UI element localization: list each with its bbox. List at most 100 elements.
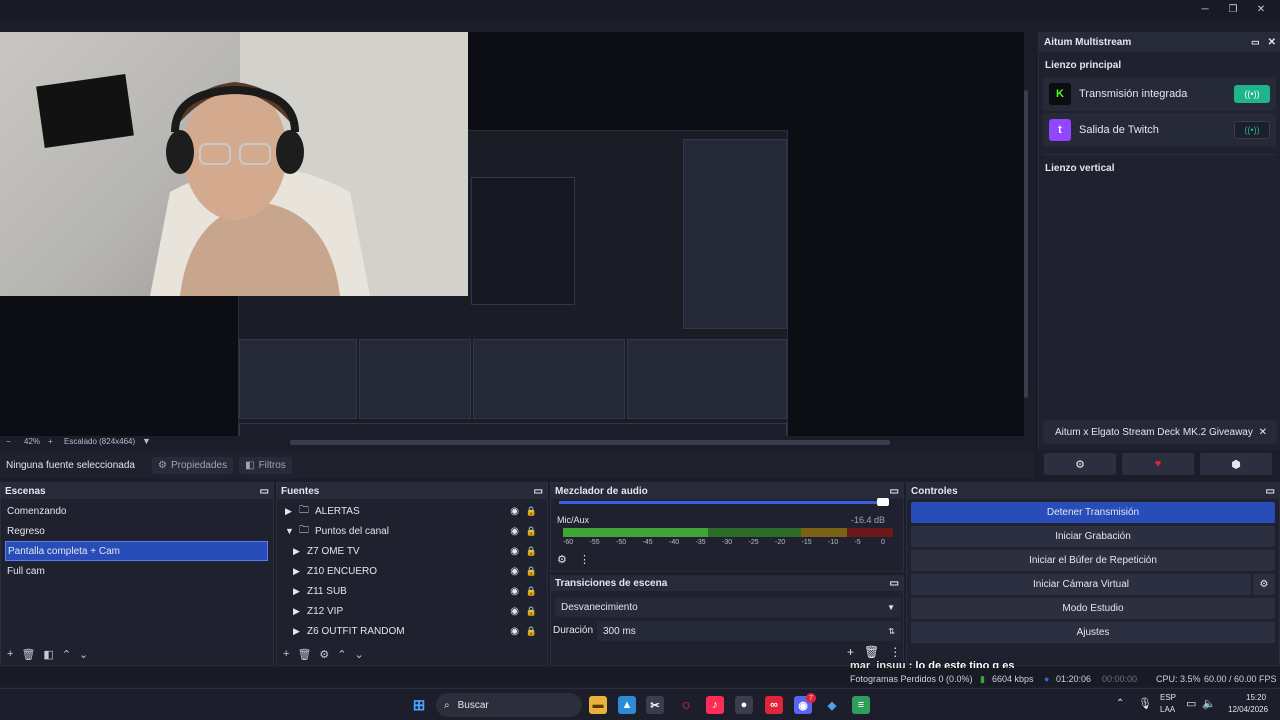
filters-button[interactable]: ◧ Filtros — [239, 456, 292, 474]
properties-button[interactable]: ⚙ Propiedades — [152, 456, 234, 474]
duration-input[interactable]: 300 ms ⇅ — [597, 621, 901, 641]
trash-icon[interactable]: 🗑 — [864, 645, 879, 659]
chevron-right-icon[interactable]: ▶ — [285, 506, 299, 517]
eye-icon[interactable]: ◉ — [510, 506, 519, 517]
snipping-tool-icon[interactable]: ✂ — [646, 696, 664, 714]
start-virtual-camera-button[interactable]: Iniciar Cámara Virtual — [911, 574, 1251, 595]
menu-icon[interactable]: ⋮ — [889, 645, 901, 659]
eye-icon[interactable]: ◉ — [510, 586, 519, 597]
undock-icon[interactable]: ▭ — [260, 486, 269, 497]
lock-icon[interactable]: 🔒 — [526, 626, 537, 637]
preview-horizontal-scrollbar[interactable] — [290, 440, 890, 445]
eye-icon[interactable]: ◉ — [510, 566, 519, 577]
preview-canvas[interactable] — [0, 32, 1028, 440]
spinner-icon[interactable]: ⇅ — [888, 627, 895, 636]
lock-icon[interactable]: 🔒 — [526, 606, 537, 617]
virtual-camera-settings-button[interactable]: ⚙ — [1253, 574, 1275, 595]
close-window-button[interactable]: ✕ — [1246, 0, 1276, 18]
chevron-up-icon[interactable]: ⌃ — [62, 648, 71, 661]
network-icon[interactable]: ▭ — [1186, 697, 1196, 710]
source-item[interactable]: ▶ Z6 OUTFIT RANDOM ◉ 🔒 — [277, 621, 547, 641]
source-item[interactable]: ▶ Z12 VIP ◉ 🔒 — [277, 601, 547, 621]
chevron-right-icon[interactable]: ▶ — [293, 626, 307, 637]
stop-streaming-button[interactable]: Detener Transmisión — [911, 502, 1275, 523]
eye-icon[interactable]: ◉ — [510, 546, 519, 557]
opera-gx-icon[interactable]: ○ — [677, 696, 695, 714]
dock-close-button[interactable]: ✕ — [1268, 37, 1276, 48]
volume-icon[interactable]: 🔈 — [1202, 697, 1216, 710]
chevron-down-icon[interactable]: ▼ — [142, 436, 151, 446]
chevron-down-icon[interactable]: ⌄ — [79, 648, 88, 661]
trash-icon[interactable]: 🗑 — [21, 648, 35, 661]
chevron-up-icon[interactable]: ⌃ — [337, 648, 346, 661]
giveaway-close-button[interactable]: ✕ — [1259, 427, 1267, 438]
gear-icon[interactable]: ⚙ — [319, 648, 329, 661]
volume-slider-handle[interactable] — [877, 498, 889, 506]
chevron-right-icon[interactable]: ▶ — [293, 546, 307, 557]
add-icon[interactable]: + — [283, 648, 289, 660]
zoom-out-button[interactable]: − — [6, 437, 11, 446]
broadcast-toggle-off[interactable]: ((•)) — [1234, 121, 1270, 139]
chevron-up-icon[interactable]: ⌃ — [1116, 698, 1124, 709]
undock-icon[interactable]: ▭ — [890, 486, 899, 497]
source-item[interactable]: ▶ Z7 OME TV ◉ 🔒 — [277, 541, 547, 561]
zoom-in-button[interactable]: + — [48, 437, 53, 446]
studio-mode-button[interactable]: Modo Estudio — [911, 598, 1275, 619]
source-item[interactable]: ▶ Z11 SUB ◉ 🔒 — [277, 581, 547, 601]
transition-select[interactable]: Desvanecimiento ▼ — [555, 597, 901, 617]
scene-item[interactable]: Full cam — [1, 561, 273, 581]
taskbar-search[interactable]: ⌕ Buscar — [436, 693, 582, 717]
clock-date[interactable]: 12/04/2026 — [1228, 705, 1268, 714]
dock-settings-button[interactable]: ⚙ — [1044, 453, 1116, 475]
lock-icon[interactable]: 🔒 — [526, 506, 537, 517]
undock-icon[interactable]: ▭ — [1251, 37, 1260, 48]
eye-icon[interactable]: ◉ — [510, 606, 519, 617]
chevron-down-icon[interactable]: ▼ — [285, 526, 299, 536]
volume-slider[interactable] — [559, 501, 889, 504]
giveaway-banner[interactable]: Aitum x Elgato Stream Deck MK.2 Giveaway… — [1043, 420, 1277, 444]
lock-icon[interactable]: 🔒 — [526, 566, 537, 577]
clock-time[interactable]: 15:20 — [1246, 693, 1266, 702]
file-explorer-icon[interactable]: ▬ — [589, 696, 607, 714]
chevron-right-icon[interactable]: ▶ — [293, 586, 307, 597]
maximize-button[interactable]: ❐ — [1218, 0, 1248, 18]
mixer-settings-icon[interactable]: ⚙ — [557, 553, 567, 566]
scene-item[interactable]: Regreso — [1, 521, 273, 541]
source-item[interactable]: ▶ 🗀 ALERTAS ◉ 🔒 — [277, 501, 547, 521]
undock-icon[interactable]: ▭ — [1266, 486, 1275, 497]
start-recording-button[interactable]: Iniciar Grabación — [911, 526, 1275, 547]
chevron-right-icon[interactable]: ▶ — [293, 566, 307, 577]
dock-heart-button[interactable]: ♥ — [1122, 453, 1194, 475]
scene-item[interactable]: Comenzando — [1, 501, 273, 521]
obs-icon[interactable]: ● — [735, 696, 753, 714]
broadcast-toggle-on[interactable]: ((•)) — [1234, 85, 1270, 103]
chevron-down-icon[interactable]: ⌄ — [355, 648, 364, 661]
start-replay-buffer-button[interactable]: Iniciar el Búfer de Repetición — [911, 550, 1275, 571]
notepad-icon[interactable]: ≡ — [852, 696, 870, 714]
microphone-icon[interactable]: 🎙 — [1138, 697, 1152, 710]
lock-icon[interactable]: 🔒 — [526, 586, 537, 597]
trash-icon[interactable]: 🗑 — [297, 648, 311, 661]
eye-icon[interactable]: ◉ — [510, 526, 519, 537]
undock-icon[interactable]: ▭ — [890, 578, 899, 589]
filter-icon[interactable]: ◧ — [43, 648, 53, 661]
tiktok-icon[interactable]: ♪ — [706, 696, 724, 714]
source-item[interactable]: ▼ 🗀 Puntos del canal ◉ 🔒 — [277, 521, 547, 541]
eye-icon[interactable]: ◉ — [510, 626, 519, 637]
add-icon[interactable]: + — [7, 648, 13, 660]
settings-button[interactable]: Ajustes — [911, 622, 1275, 643]
language-top[interactable]: ESP — [1160, 693, 1176, 702]
add-icon[interactable]: + — [847, 645, 854, 659]
scene-item-selected[interactable]: Pantalla completa + Cam — [5, 541, 268, 561]
mixer-menu-icon[interactable]: ⋮ — [579, 553, 590, 566]
lock-icon[interactable]: 🔒 — [526, 526, 537, 537]
streaming-app-icon[interactable]: ∞ — [765, 696, 783, 714]
language-bottom[interactable]: LAA — [1160, 705, 1175, 714]
app-diamond-icon[interactable]: ◆ — [823, 696, 841, 714]
dock-discord-button[interactable]: ⬢ — [1200, 453, 1272, 475]
windows-start-icon[interactable]: ⊞ — [410, 696, 428, 714]
undock-icon[interactable]: ▭ — [534, 486, 543, 497]
chevron-right-icon[interactable]: ▶ — [293, 606, 307, 617]
photos-icon[interactable]: ▲ — [618, 696, 636, 714]
preview-vertical-scrollbar[interactable] — [1024, 90, 1028, 398]
